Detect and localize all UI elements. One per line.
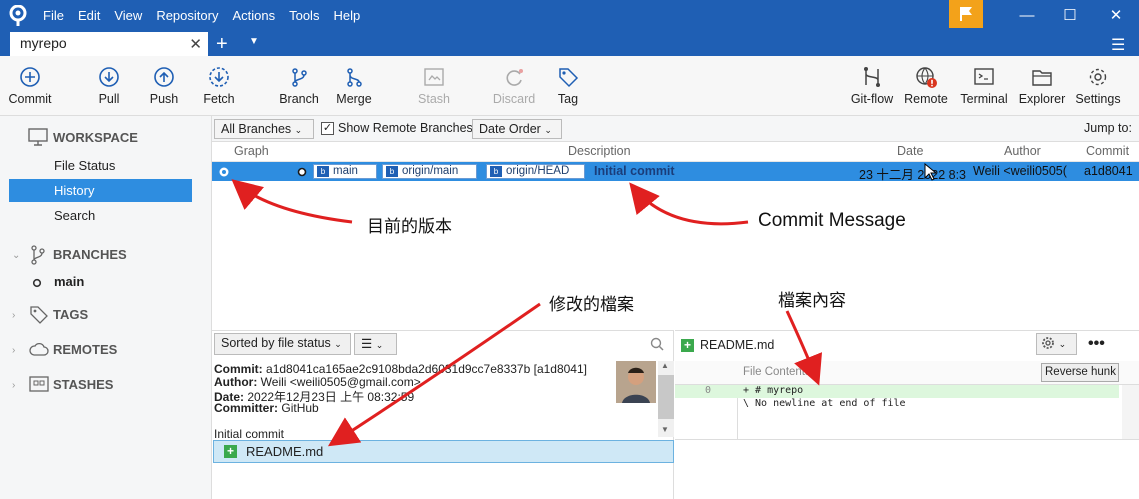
arrow-file-contents — [785, 310, 823, 386]
annotation-commit-message: Commit Message — [758, 210, 906, 231]
arrow-modified-files — [327, 302, 541, 447]
annotation-modified-files: 修改的檔案 — [549, 295, 634, 314]
arrow-commit-message — [629, 182, 749, 226]
annotation-file-contents: 檔案內容 — [778, 291, 846, 310]
annotation-overlay — [231, 179, 823, 447]
arrow-current-version — [231, 179, 353, 224]
annotation-current-version: 目前的版本 — [367, 217, 452, 236]
